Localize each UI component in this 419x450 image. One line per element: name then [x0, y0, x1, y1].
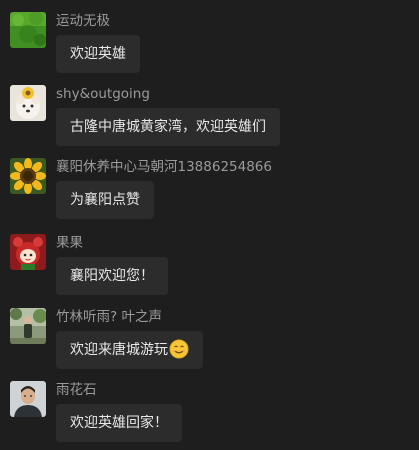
smile-emoji-icon	[169, 339, 189, 358]
chat-message-list: 运动无极 欢迎英雄 shy&outgoing 古隆中唐城黄家湾，欢迎英雄们 襄阳…	[0, 0, 419, 450]
sunflower-avatar-icon[interactable]	[10, 158, 46, 194]
message-bubble[interactable]: 古隆中唐城黄家湾，欢迎英雄们	[56, 108, 280, 146]
message-bubble[interactable]: 欢迎英雄回家！	[56, 404, 182, 442]
message-text: 欢迎来唐城游玩	[70, 342, 168, 358]
message-bubble[interactable]: 欢迎来唐城游玩	[56, 331, 203, 369]
message-bubble[interactable]: 为襄阳点赞	[56, 181, 154, 219]
sender-name: 襄阳休养中心马朝河13886254866	[56, 159, 272, 175]
man-portrait-avatar-icon[interactable]	[10, 381, 46, 417]
dog-avatar-icon[interactable]	[10, 85, 46, 121]
person-outdoor-avatar-icon[interactable]	[10, 308, 46, 344]
message-bubble[interactable]: 襄阳欢迎您！	[56, 257, 168, 295]
cartoon-girl-avatar-icon[interactable]	[10, 234, 46, 270]
sender-name: 竹林听雨? 叶之声	[56, 309, 162, 325]
message-bubble[interactable]: 欢迎英雄	[56, 35, 140, 73]
sender-name: 果果	[56, 235, 83, 251]
grass-avatar-icon[interactable]	[10, 12, 46, 48]
sender-name: 运动无极	[56, 13, 110, 29]
sender-name: 雨花石	[56, 382, 97, 398]
sender-name: shy&outgoing	[56, 86, 150, 102]
